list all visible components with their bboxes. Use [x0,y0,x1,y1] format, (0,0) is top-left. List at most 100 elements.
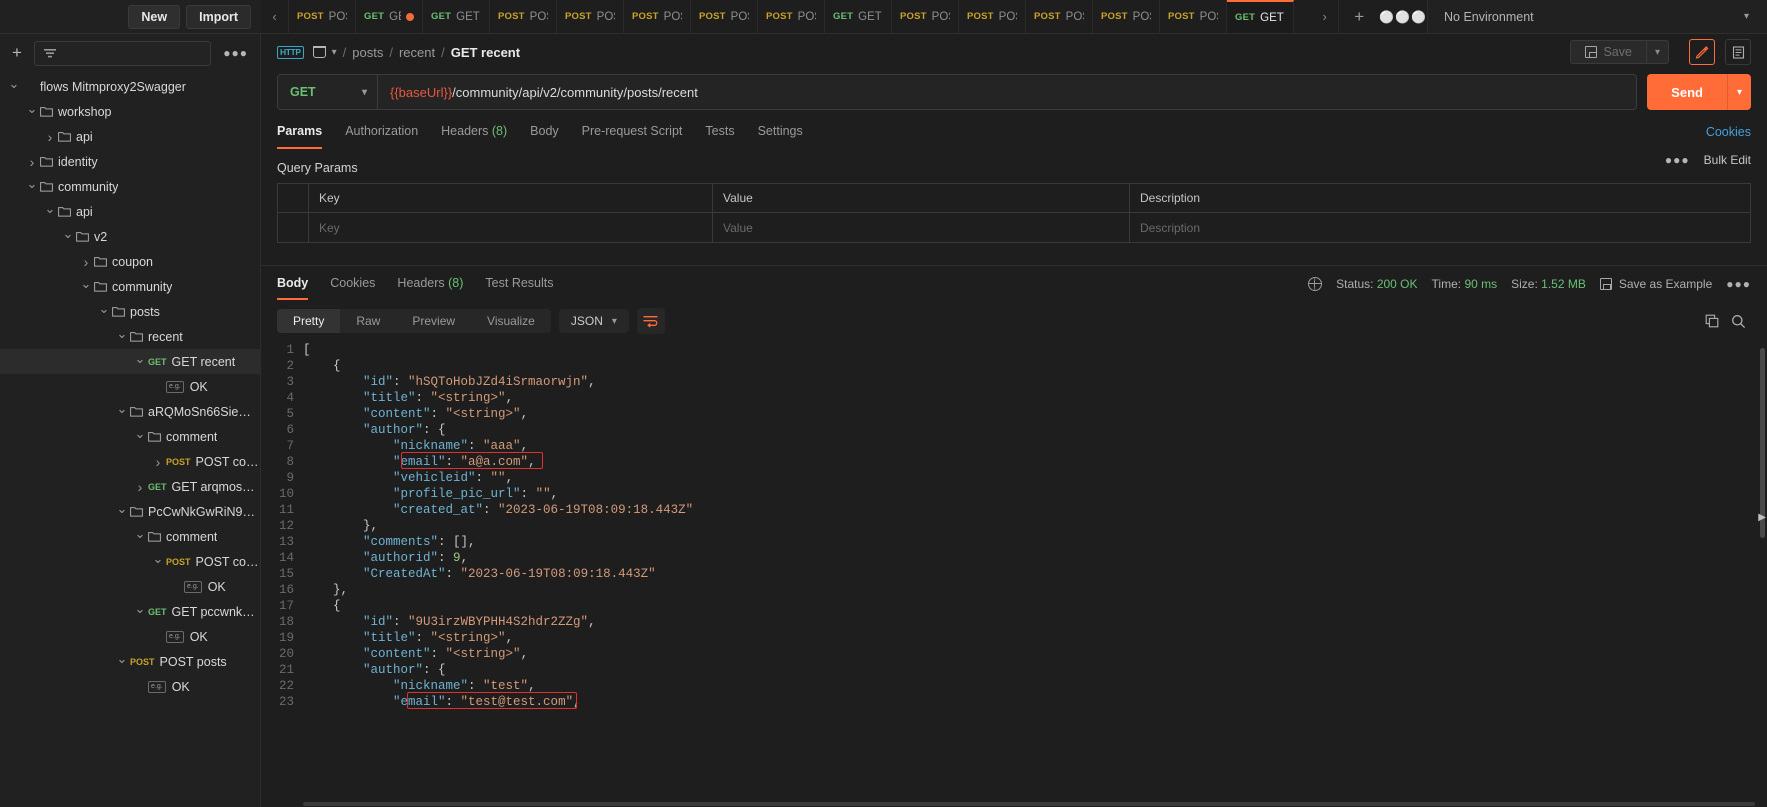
chevron-down-icon[interactable] [60,230,76,243]
sidebar-item-flows-mitmproxy2swagger[interactable]: flows Mitmproxy2Swagger [0,74,260,99]
view-mode-preview[interactable]: Preview [396,309,471,333]
tab-authorization[interactable]: Authorization [345,124,418,149]
request-tab-13[interactable]: POST POST [1160,0,1227,33]
sidebar-item-get-arqmosn66si[interactable]: GET GET arqmosn66si... [0,474,260,499]
import-button[interactable]: Import [186,4,251,29]
save-as-example-button[interactable]: Save as Example [1599,277,1712,291]
method-selector[interactable]: GET ▾ [278,75,378,109]
chevron-down-icon[interactable] [42,205,58,218]
request-tab-0[interactable]: POST POST [289,0,356,33]
tabs-scroll-right-icon[interactable]: › [1311,0,1340,33]
tab-pre-request-script[interactable]: Pre-request Script [582,124,683,149]
sidebar-more-icon[interactable]: ●●● [219,46,252,60]
sidebar-item-v2[interactable]: v2 [0,224,260,249]
chevron-right-icon[interactable] [78,255,94,269]
tab-params[interactable]: Params [277,124,323,149]
response-tab-body[interactable]: Body [277,276,309,300]
response-tab-cookies[interactable]: Cookies [330,276,375,300]
param-description-input[interactable]: Description [1140,221,1200,235]
pencil-icon[interactable] [1689,39,1715,65]
view-mode-visualize[interactable]: Visualize [471,309,551,333]
chevron-down-icon[interactable] [132,355,148,368]
sidebar-item-community[interactable]: community [0,174,260,199]
sidebar-item-posts[interactable]: posts [0,299,260,324]
chevron-right-icon[interactable] [42,130,58,144]
sidebar-item-api[interactable]: api [0,199,260,224]
request-tab-4[interactable]: POST POST [557,0,624,33]
tab-headers[interactable]: Headers (8) [441,124,507,149]
send-options-button[interactable]: ▾ [1726,74,1751,110]
save-button[interactable]: Save [1570,40,1646,64]
bulk-edit-button[interactable]: Bulk Edit [1704,153,1751,167]
request-tab-2[interactable]: GET GET ve [423,0,490,33]
table-row[interactable]: Key Value Description [278,213,1750,243]
chevron-down-icon[interactable] [24,105,40,118]
request-tab-5[interactable]: POST POST [624,0,691,33]
copy-icon[interactable] [1699,308,1725,334]
cookies-link[interactable]: Cookies [1706,125,1751,148]
sidebar-item-coupon[interactable]: coupon [0,249,260,274]
sidebar-item-identity[interactable]: identity [0,149,260,174]
breadcrumb-item-recent[interactable]: recent [399,45,435,60]
sidebar-item-community[interactable]: community [0,274,260,299]
chevron-down-icon[interactable] [24,180,40,193]
sidebar-item-arqmosn66siemuq[interactable]: aRQMoSn66SieMUq... [0,399,260,424]
sidebar-filter-input[interactable] [33,40,212,66]
tab-tests[interactable]: Tests [705,124,734,149]
sidebar-item-ok[interactable]: e.g. OK [0,374,260,399]
chevron-down-icon[interactable] [114,655,130,668]
chevron-down-icon[interactable] [132,605,148,618]
chevron-down-icon[interactable] [78,280,94,293]
url-input[interactable]: {{baseUrl}}/community/api/v2/community/p… [378,75,1636,109]
send-button[interactable]: Send [1647,74,1727,110]
sidebar-item-post-comment[interactable]: POST POST comment [0,449,260,474]
response-tab-headers[interactable]: Headers (8) [397,276,463,300]
view-mode-pretty[interactable]: Pretty [277,309,341,333]
new-tab-button[interactable]: + [1339,0,1379,33]
param-key-input[interactable]: Key [319,221,340,235]
sidebar-item-post-comment[interactable]: POST POST comment [0,549,260,574]
request-tab-1[interactable]: GET GET [356,0,423,33]
request-tab-10[interactable]: POST POST [959,0,1026,33]
request-tab-11[interactable]: POST POST [1026,0,1093,33]
tab-settings[interactable]: Settings [758,124,803,149]
sidebar-item-get-pccwnkgwrin[interactable]: GET GET pccwnkgwrin... [0,599,260,624]
sidebar-item-comment[interactable]: comment [0,524,260,549]
chevron-right-icon[interactable] [24,155,40,169]
request-tab-12[interactable]: POST POST [1093,0,1160,33]
search-icon[interactable] [1725,308,1751,334]
chevron-down-icon[interactable] [132,530,148,543]
chevron-down-icon[interactable] [96,305,112,318]
chevron-down-icon[interactable] [6,80,22,93]
sidebar-item-recent[interactable]: recent [0,324,260,349]
chevron-down-icon[interactable] [150,555,166,568]
tabs-more-icon[interactable]: ⚪⚪⚪ [1379,0,1427,33]
request-tab-14[interactable]: GET GET re [1227,0,1294,33]
request-tab-7[interactable]: POST POST [758,0,825,33]
sidebar-item-comment[interactable]: comment [0,424,260,449]
horizontal-scrollbar[interactable] [303,802,1755,806]
chevron-down-icon[interactable]: ▾ [332,47,337,58]
response-tab-test-results[interactable]: Test Results [485,276,553,300]
new-button[interactable]: New [128,4,181,29]
chevron-right-icon[interactable] [150,455,166,469]
chevron-down-icon[interactable] [114,330,130,343]
sidebar-item-ok[interactable]: e.g. OK [0,674,260,699]
word-wrap-icon[interactable] [636,308,665,334]
environment-selector[interactable]: No Environment ▾ [1427,0,1767,33]
vertical-scrollbar[interactable] [1760,348,1765,538]
sidebar-item-workshop[interactable]: workshop [0,99,260,124]
query-params-more-icon[interactable]: ●●● [1665,153,1690,167]
request-tab-3[interactable]: POST POST [490,0,557,33]
sidebar-item-api[interactable]: api [0,124,260,149]
chevron-down-icon[interactable] [114,505,130,518]
sidebar-item-ok[interactable]: e.g. OK [0,624,260,649]
chevron-down-icon[interactable] [114,405,130,418]
chevron-down-icon[interactable] [132,430,148,443]
view-mode-raw[interactable]: Raw [340,309,396,333]
row-checkbox-cell[interactable] [278,213,309,242]
plus-icon[interactable]: + [8,43,26,63]
sidebar-item-get-recent[interactable]: GET GET recent [0,349,260,374]
chevron-right-icon[interactable] [132,480,148,494]
documentation-icon[interactable] [1725,39,1751,65]
